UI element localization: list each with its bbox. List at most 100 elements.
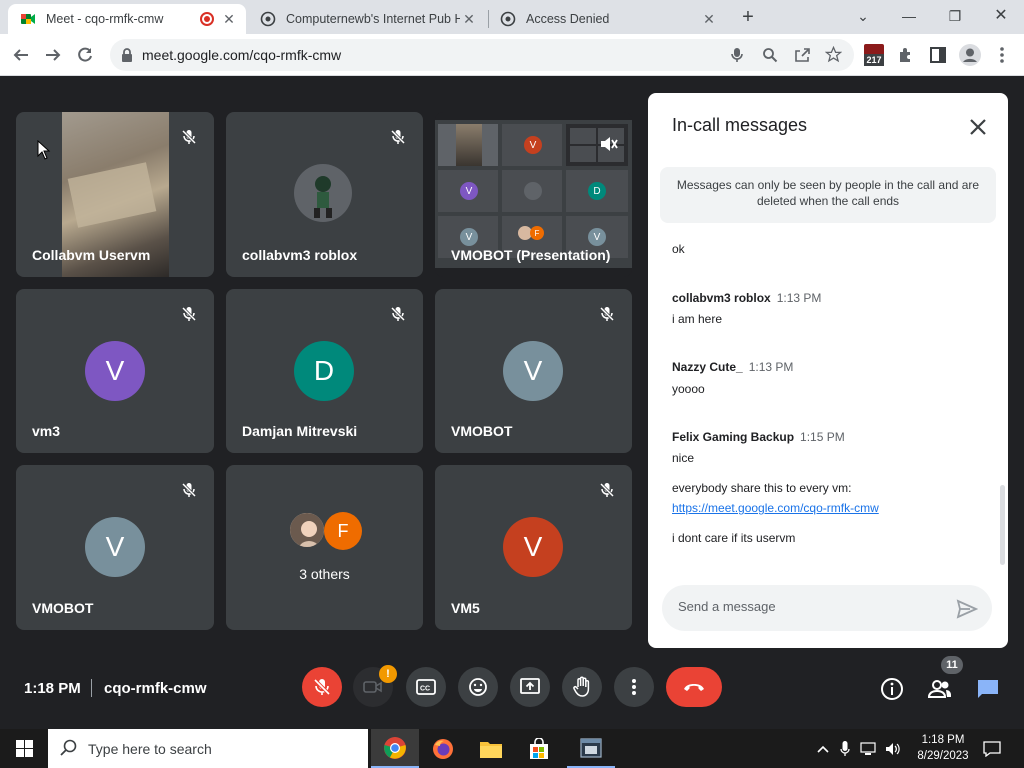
more-options-button[interactable] (614, 667, 654, 707)
meeting-details-button[interactable] (879, 676, 905, 702)
captions-button[interactable]: CC (406, 667, 446, 707)
microphone-icon[interactable] (730, 47, 744, 63)
avatar: V (503, 341, 563, 401)
chat-sender: Felix Gaming Backup (672, 430, 795, 444)
avatar: V (85, 341, 145, 401)
people-button[interactable]: 11 (927, 656, 963, 702)
tab-computernewb[interactable]: Computernewb's Internet Pub H ✕ (248, 4, 486, 34)
close-window-icon[interactable]: ✕ (978, 0, 1024, 34)
close-icon[interactable] (966, 115, 990, 139)
participant-tile[interactable]: V vm3 (16, 289, 214, 453)
close-tab-icon[interactable]: ✕ (220, 11, 238, 28)
browser-menu-icon[interactable] (989, 42, 1015, 68)
chat-message-header: Felix Gaming Backup 1:15 PM (672, 430, 845, 444)
store-bag-icon (530, 737, 548, 759)
chat-input-container (662, 585, 992, 631)
taskbar-store-app[interactable] (515, 729, 563, 768)
tab-meet[interactable]: Meet - cqo-rmfk-cmw ✕ (8, 4, 246, 34)
lock-icon (122, 48, 132, 62)
mic-off-icon (594, 301, 620, 327)
others-tile[interactable]: F 3 others (226, 465, 423, 630)
chat-message-input[interactable] (678, 599, 938, 614)
present-screen-button[interactable] (510, 667, 550, 707)
taskbar-search-box[interactable]: Type here to search (48, 729, 368, 768)
back-icon[interactable] (8, 42, 34, 68)
forward-icon[interactable] (40, 42, 66, 68)
chat-icon (978, 680, 998, 698)
people-icon (927, 680, 951, 698)
taskbar-file-explorer-app[interactable] (467, 729, 515, 768)
app-window-icon (580, 737, 602, 758)
avatar: D (294, 341, 354, 401)
chat-message-link[interactable]: https://meet.google.com/cqo-rmfk-cmw (672, 501, 879, 515)
chat-message-text: i am here (672, 312, 723, 326)
participant-tile[interactable]: V VM5 (435, 465, 632, 630)
mini-avatar: V (588, 228, 606, 246)
calendar-extension-icon[interactable]: 217 (864, 44, 884, 68)
send-icon[interactable] (956, 598, 979, 620)
presentation-tile[interactable]: V V D V F V VMOBOT (Presentation) (435, 112, 632, 277)
tray-network-icon[interactable] (858, 729, 880, 768)
address-bar[interactable]: meet.google.com/cqo-rmfk-cmw (110, 39, 854, 71)
mini-tile: D (566, 170, 628, 212)
participant-tile[interactable]: Collabvm Uservm (16, 112, 214, 277)
participant-name: Collabvm Uservm (32, 247, 151, 263)
mini-avatar: V (460, 182, 478, 200)
chat-timestamp: 1:13 PM (748, 360, 794, 374)
tab-access-denied[interactable]: Access Denied ✕ (488, 4, 726, 34)
mini-tile (438, 124, 498, 166)
close-tab-icon[interactable]: ✕ (700, 11, 718, 28)
info-icon (881, 678, 903, 700)
participant-tile[interactable]: V VMOBOT (16, 465, 214, 630)
restore-icon[interactable]: ❐ (932, 0, 978, 34)
mini-avatar (524, 182, 542, 200)
bookmark-star-icon[interactable] (825, 46, 842, 63)
new-tab-icon[interactable]: + (738, 4, 758, 30)
system-clock[interactable]: 1:18 PM 8/29/2023 (908, 732, 978, 764)
participant-name: Damjan Mitrevski (242, 423, 358, 439)
reload-icon[interactable] (72, 42, 98, 68)
chat-timestamp: 1:13 PM (776, 291, 822, 305)
volume-muted-icon (601, 137, 618, 151)
participant-tile[interactable]: V VMOBOT (435, 289, 632, 453)
tab-search-chevron-icon[interactable]: ⌄ (840, 0, 886, 34)
tray-overflow-icon[interactable] (814, 729, 832, 768)
participant-tile[interactable]: D Damjan Mitrevski (226, 289, 423, 453)
mic-toggle-button[interactable] (302, 667, 342, 707)
taskbar-firefox-app[interactable] (419, 729, 467, 768)
windows-taskbar: Type here to search 1:18 PM 8/29/2023 (0, 729, 1024, 768)
tray-volume-icon[interactable] (883, 729, 905, 768)
chat-message-text: everybody share this to every vm: (672, 481, 852, 495)
taskbar-chrome-app[interactable] (371, 729, 419, 768)
mini-avatar: F (530, 226, 544, 240)
mic-off-icon (176, 477, 202, 503)
taskbar-search-placeholder: Type here to search (88, 741, 212, 757)
tab-title: Access Denied (526, 12, 610, 26)
start-button[interactable] (0, 729, 48, 768)
participant-tile[interactable]: collabvm3 roblox (226, 112, 423, 277)
reactions-button[interactable] (458, 667, 498, 707)
camera-alert-badge: ! (379, 665, 397, 683)
chat-sender: collabvm3 roblox (672, 291, 771, 305)
extensions-puzzle-icon[interactable] (893, 42, 919, 68)
chat-scrollbar[interactable] (1000, 485, 1005, 565)
raise-hand-button[interactable] (562, 667, 602, 707)
avatar (294, 164, 352, 222)
side-panel-icon[interactable] (925, 42, 951, 68)
zoom-icon[interactable] (762, 47, 778, 63)
mini-tile (566, 124, 628, 166)
mic-off-icon (594, 477, 620, 503)
profile-avatar-icon[interactable] (957, 42, 983, 68)
mini-avatar: V (460, 228, 478, 246)
tray-microphone-icon[interactable] (836, 729, 854, 768)
minimize-icon[interactable]: — (886, 0, 932, 34)
notifications-icon[interactable] (980, 729, 1004, 768)
share-icon[interactable] (794, 47, 810, 63)
chat-button[interactable] (975, 676, 1001, 702)
avatar (288, 511, 326, 549)
close-tab-icon[interactable]: ✕ (460, 11, 478, 28)
leave-call-button[interactable] (666, 667, 722, 707)
taskbar-window-app[interactable] (567, 729, 615, 768)
camera-toggle-button[interactable]: ! (353, 665, 397, 707)
emoji-icon (469, 678, 487, 696)
